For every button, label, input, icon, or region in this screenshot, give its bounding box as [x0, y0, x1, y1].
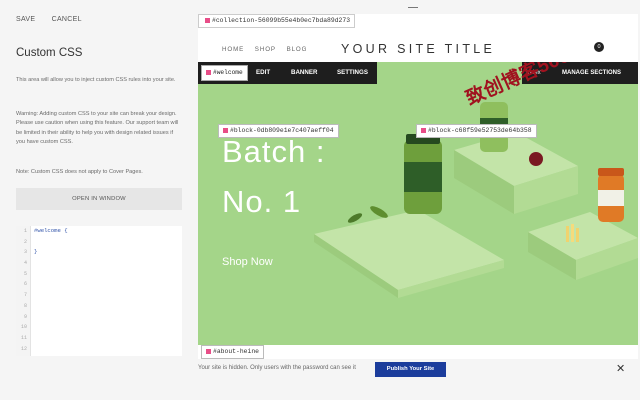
line-number: 11	[20, 334, 27, 341]
about-selector-tag[interactable]: #about-heine	[201, 345, 265, 359]
cancel-button[interactable]: CANCEL	[52, 16, 82, 23]
selector-dot-icon	[421, 127, 426, 133]
banner-button[interactable]: BANNER	[291, 62, 317, 84]
line-number: 5	[23, 270, 27, 277]
line-number: 2	[23, 238, 27, 245]
collection-selector-tag[interactable]: #collection-56099b55e4b0ec7bda89d273	[198, 14, 356, 28]
site-nav: HOME SHOP BLOG	[222, 46, 315, 53]
line-number: 3	[23, 249, 27, 256]
welcome-selector-text: #welcome	[213, 69, 243, 76]
selector-dot-icon	[206, 348, 211, 354]
line-number: 12	[20, 345, 27, 352]
site-header: HOME SHOP BLOG YOUR SITE TITLE 0	[198, 28, 638, 62]
cart-icon[interactable]: 0	[594, 42, 604, 52]
line-number: 10	[20, 324, 27, 331]
nav-blog[interactable]: BLOG	[287, 46, 308, 53]
hidden-site-message: Your site is hidden. Only users with the…	[198, 365, 356, 371]
welcome-selector-tag[interactable]: #welcome	[201, 65, 248, 81]
line-number: 7	[23, 292, 27, 299]
selector-dot-icon	[206, 69, 211, 75]
hero-heading-line-2: No. 1	[222, 184, 302, 219]
open-in-window-button[interactable]: OPEN IN WINDOW	[16, 188, 182, 210]
line-number: 6	[23, 281, 27, 288]
shop-now-link[interactable]: Shop Now	[222, 256, 273, 268]
line-number: 1	[23, 228, 27, 234]
nav-home[interactable]: HOME	[222, 46, 244, 53]
top-divider	[408, 7, 418, 8]
settings-button[interactable]: SETTINGS	[337, 62, 368, 84]
publish-site-button[interactable]: Publish Your Site	[375, 362, 446, 377]
section-edit-bar: #welcome EDIT BANNER SETTINGS	[198, 62, 377, 84]
nav-shop[interactable]: SHOP	[255, 46, 276, 53]
code-line: #welcome {	[34, 227, 68, 234]
custom-css-panel: SAVE CANCEL Custom CSS This area will al…	[0, 0, 198, 400]
block-selector-tag[interactable]: #block-c68f59e52753de64b358	[416, 124, 537, 138]
site-title[interactable]: YOUR SITE TITLE	[341, 42, 495, 56]
selector-dot-icon	[223, 127, 228, 133]
about-selector-text: #about-heine	[213, 348, 260, 355]
note-text: Note: Custom CSS does not apply to Cover…	[16, 169, 143, 175]
panel-title: Custom CSS	[16, 47, 83, 59]
line-number: 8	[23, 302, 27, 309]
warning-text: Warning: Adding custom CSS to your site …	[16, 111, 179, 145]
collection-selector-text: #collection-56099b55e4b0ec7bda89d273	[212, 17, 351, 24]
line-number-gutter: 1 2 3 4 5 6 7 8 9 10 11 12	[16, 226, 31, 356]
block-selector-text: #block-0db809e1e7c407aeff04	[230, 127, 334, 134]
intro-text: This area will allow you to inject custo…	[16, 77, 176, 83]
panel-actions: SAVE CANCEL	[16, 16, 96, 23]
css-editor[interactable]: 1 2 3 4 5 6 7 8 9 10 11 12 #welcome { }	[16, 226, 182, 356]
block-selector-tag[interactable]: #block-0db809e1e7c407aeff04	[218, 124, 339, 138]
selector-dot-icon	[205, 17, 210, 23]
close-icon[interactable]: ✕	[616, 363, 625, 375]
hero-heading-line-1: Batch :	[222, 134, 326, 169]
hero-banner: Batch : No. 1 Shop Now 致创博客566	[198, 62, 638, 345]
site-preview: #collection-56099b55e4b0ec7bda89d273 HOM…	[198, 14, 638, 359]
block-selector-text: #block-c68f59e52753de64b358	[428, 127, 532, 134]
line-number: 4	[23, 260, 27, 267]
edit-button[interactable]: EDIT	[256, 62, 270, 84]
hidden-site-bar: Your site is hidden. Only users with the…	[198, 360, 640, 380]
line-number: 9	[23, 313, 27, 320]
save-button[interactable]: SAVE	[16, 16, 35, 23]
code-line: }	[34, 248, 38, 256]
code-area[interactable]: #welcome { }	[34, 226, 68, 258]
